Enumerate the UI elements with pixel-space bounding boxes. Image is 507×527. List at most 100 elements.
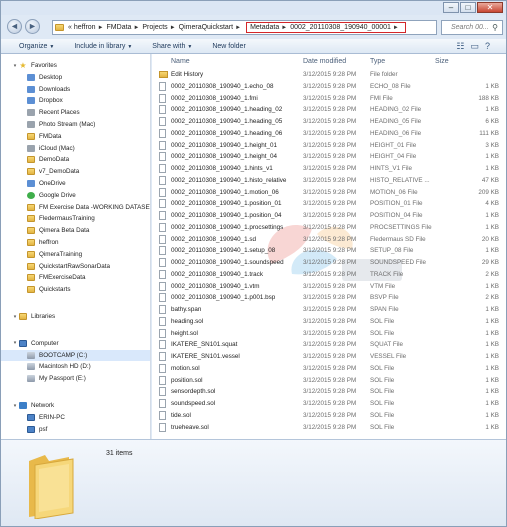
expand-icon[interactable]: ▾ — [11, 340, 19, 346]
sidebar-item-heffron[interactable]: heffron — [1, 237, 150, 248]
file-row[interactable]: 0002_20110308_190940_1.position_04 3/12/2… — [159, 210, 499, 222]
chevron-right-icon[interactable]: ► — [98, 25, 104, 31]
file-row[interactable]: 0002_20110308_190940_1.heading_06 3/12/20… — [159, 128, 499, 140]
file-row[interactable]: 0002_20110308_190940_1.p001.bsp 3/12/2015… — [159, 292, 499, 304]
file-row[interactable]: 0002_20110308_190940_1.histo_relative 3/1… — [159, 175, 499, 187]
chevron-right-icon[interactable]: ► — [235, 25, 241, 31]
file-date: 3/12/2015 9:28 PM — [303, 212, 357, 219]
expand-icon[interactable]: ▾ — [11, 63, 19, 69]
sidebar-item-dropbox[interactable]: Dropbox — [1, 95, 150, 106]
back-button[interactable]: ◄ — [7, 19, 22, 34]
sidebar-item-icloud-mac[interactable]: iCloud (Mac) — [1, 143, 150, 154]
file-row[interactable]: tide.sol 3/12/2015 9:28 PM SOL File 1 KB — [159, 410, 499, 422]
file-row[interactable]: height.sol 3/12/2015 9:28 PM SOL File 1 KB — [159, 328, 499, 340]
sidebar-item-psf[interactable]: psf — [1, 424, 150, 435]
file-row[interactable]: motion.sol 3/12/2015 9:28 PM SOL File 1 KB — [159, 363, 499, 375]
sidebar-item-macintosh-hd-d[interactable]: Macintosh HD (D:) — [1, 361, 150, 372]
sidebar-item-computer[interactable]: ▾ Computer — [1, 338, 150, 349]
file-row[interactable]: 0002_20110308_190940_1.setup_08 3/12/2015… — [159, 245, 499, 257]
file-row[interactable]: 0002_20110308_190940_1.heading_05 3/12/20… — [159, 116, 499, 128]
column-header-date[interactable]: Date modified — [303, 54, 346, 68]
sidebar-item-erin-pc[interactable]: ERIN-PC — [1, 412, 150, 423]
file-row[interactable]: 0002_20110308_190940_1.heading_02 3/12/20… — [159, 104, 499, 116]
sidebar-item-fmdata[interactable]: FMData — [1, 131, 150, 142]
sidebar-item-fm-exercise-data-working-dataset[interactable]: FM Exercise Data -WORKING DATASET — [1, 202, 150, 213]
file-row[interactable]: 0002_20110308_190940_1.height_01 3/12/201… — [159, 140, 499, 152]
file-icon — [159, 175, 166, 185]
file-row[interactable]: sensordepth.sol 3/12/2015 9:28 PM SOL File… — [159, 386, 499, 398]
sidebar-item-v7-demodata[interactable]: v7_DemoData — [1, 166, 150, 177]
chevron-down-icon: ▼ — [127, 43, 133, 50]
breadcrumb-qimeraquickstart[interactable]: QimeraQuickstart — [179, 24, 233, 31]
maximize-button[interactable]: □ — [460, 2, 476, 13]
sidebar-item-fledermaustraining[interactable]: FledermausTraining — [1, 213, 150, 224]
sidebar-item-downloads[interactable]: Downloads — [1, 84, 150, 95]
sidebar-item-photo-stream-mac[interactable]: Photo Stream (Mac) — [1, 119, 150, 130]
column-header-name[interactable]: Name — [171, 54, 190, 68]
breadcrumb-fmdata[interactable]: FMData — [107, 24, 132, 31]
sidebar-item-google-drive[interactable]: Google Drive — [1, 190, 150, 201]
column-header-type[interactable]: Type — [370, 54, 385, 68]
file-row[interactable]: 0002_20110308_190940_1.height_04 3/12/201… — [159, 151, 499, 163]
column-header-size[interactable]: Size — [435, 54, 449, 68]
close-button[interactable]: ✕ — [477, 2, 503, 13]
sidebar-item-libraries[interactable]: ▾ Libraries — [1, 311, 150, 322]
sidebar-item-quickstartrawsonardata[interactable]: QuickstartRawSonarData — [1, 261, 150, 272]
organize-button[interactable]: Organize ▼ — [19, 43, 54, 50]
file-row[interactable]: position.sol 3/12/2015 9:28 PM SOL File 1 K… — [159, 375, 499, 387]
file-row[interactable]: bathy.span 3/12/2015 9:28 PM SPAN File 1 KB — [159, 304, 499, 316]
sidebar-item-favorites[interactable]: ▾ ★ Favorites — [1, 60, 150, 71]
breadcrumb-current-folder[interactable]: 0002_20110308_190940_00001 — [290, 24, 391, 31]
chevron-right-icon[interactable]: ► — [393, 25, 399, 31]
sidebar-item-onedrive[interactable]: OneDrive — [1, 178, 150, 189]
file-row[interactable]: trueheave.sol 3/12/2015 9:28 PM SOL File 1 … — [159, 422, 499, 434]
include-in-library-button[interactable]: Include in library ▼ — [74, 43, 132, 50]
sidebar-item-demodata[interactable]: DemoData — [1, 154, 150, 165]
search-icon[interactable]: ⚲ — [492, 23, 498, 32]
sidebar-item-desktop[interactable]: Desktop — [1, 72, 150, 83]
breadcrumb-overflow[interactable]: « — [68, 24, 72, 31]
sidebar-item-fmexercisedata[interactable]: FMExerciseData — [1, 272, 150, 283]
chevron-right-icon[interactable]: ► — [133, 25, 139, 31]
breadcrumb-heffron[interactable]: heffron — [74, 24, 96, 31]
sidebar-item-qimera-beta-data[interactable]: Qimera Beta Data — [1, 225, 150, 236]
file-row[interactable]: 0002_20110308_190940_1.hints_v1 3/12/2015… — [159, 163, 499, 175]
sidebar-item-recent-places[interactable]: Recent Places — [1, 107, 150, 118]
address-bar[interactable]: « heffron ► FMData ► Projects ► QimeraQu… — [52, 20, 437, 35]
file-row[interactable]: Edit History 3/12/2015 9:28 PM File folder — [159, 69, 499, 81]
view-options-icon[interactable]: ☷ — [456, 41, 464, 52]
new-folder-button[interactable]: New folder — [212, 43, 245, 50]
expand-icon[interactable]: ▾ — [11, 403, 19, 409]
breadcrumb-projects[interactable]: Projects — [142, 24, 167, 31]
breadcrumb-metadata[interactable]: Metadata — [250, 24, 279, 31]
file-row[interactable]: 0002_20110308_190940_1.echo_08 3/12/2015 … — [159, 81, 499, 93]
file-row[interactable]: IKATERE_SN101.squat 3/12/2015 9:28 PM SQUA… — [159, 339, 499, 351]
file-size: 1 KB — [485, 247, 499, 255]
preview-pane-icon[interactable]: ▭ — [470, 41, 479, 52]
file-row[interactable]: IKATERE_SN101.vessel 3/12/2015 9:28 PM VES… — [159, 351, 499, 363]
minimize-button[interactable]: – — [443, 2, 459, 13]
file-date: 3/12/2015 9:28 PM — [303, 153, 357, 161]
file-row[interactable]: 0002_20110308_190940_1.procsettings 3/12/… — [159, 222, 499, 234]
file-row[interactable]: 0002_20110308_190940_1.fmi 3/12/2015 9:28… — [159, 93, 499, 105]
search-input[interactable]: Search 00... ⚲ — [441, 20, 503, 35]
expand-icon[interactable]: ▾ — [11, 314, 19, 320]
share-with-button[interactable]: Share with ▼ — [152, 43, 192, 50]
sidebar-item-network[interactable]: ▾ Network — [1, 400, 150, 411]
file-row[interactable]: 0002_20110308_190940_1.track 3/12/2015 9:… — [159, 269, 499, 281]
file-row[interactable]: 0002_20110308_190940_1.soundspeed 3/12/20… — [159, 257, 499, 269]
forward-button[interactable]: ► — [25, 19, 40, 34]
sidebar-item-qimeratraining[interactable]: QimeraTraining — [1, 249, 150, 260]
file-row[interactable]: soundspeed.sol 3/12/2015 9:28 PM SOL File 1… — [159, 398, 499, 410]
chevron-right-icon[interactable]: ► — [170, 25, 176, 31]
sidebar-item-bootcamp-c[interactable]: BOOTCAMP (C:) — [1, 349, 150, 361]
sidebar-item-my-passport-e[interactable]: My Passport (E:) — [1, 373, 150, 384]
file-row[interactable]: heading.sol 3/12/2015 9:28 PM SOL File 1 KB — [159, 316, 499, 328]
file-row[interactable]: 0002_20110308_190940_1.sd 3/12/2015 9:28 … — [159, 234, 499, 246]
sidebar-item-quickstarts[interactable]: Quickstarts — [1, 284, 150, 295]
chevron-right-icon[interactable]: ► — [281, 25, 287, 31]
file-row[interactable]: 0002_20110308_190940_1.position_01 3/12/2… — [159, 198, 499, 210]
help-icon[interactable]: ? — [485, 41, 490, 52]
file-row[interactable]: 0002_20110308_190940_1.motion_06 3/12/201… — [159, 187, 499, 199]
file-row[interactable]: 0002_20110308_190940_1.vtm 3/12/2015 9:28… — [159, 281, 499, 293]
